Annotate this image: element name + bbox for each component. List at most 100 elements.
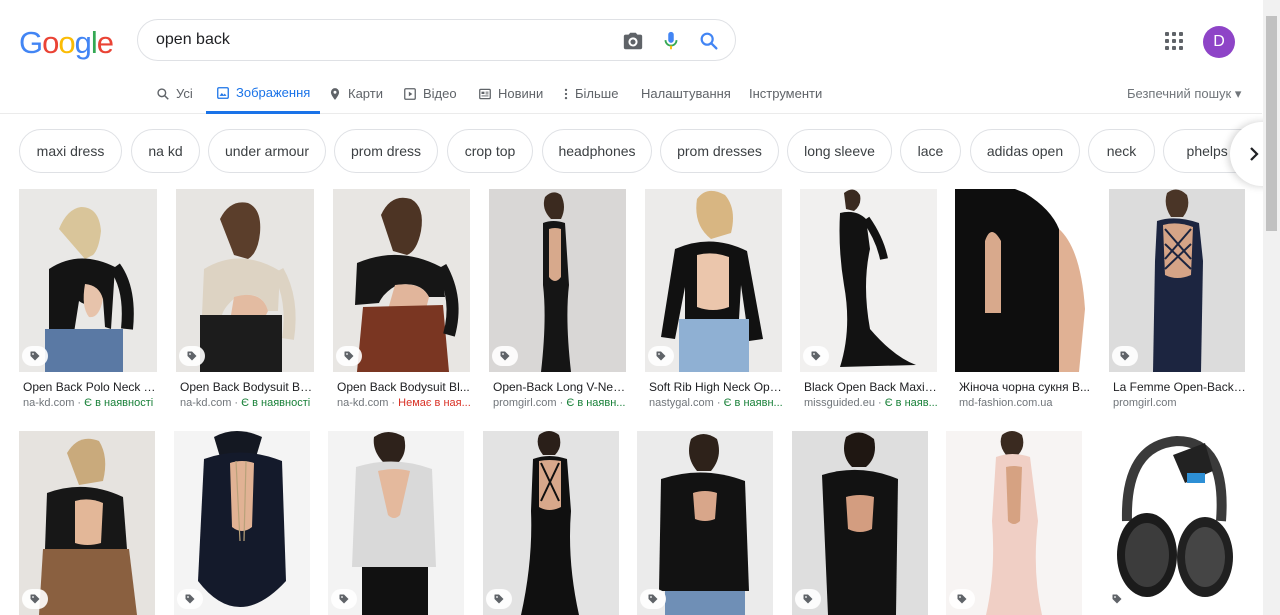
result-thumbnail[interactable] <box>645 189 782 372</box>
logo-letter: g <box>74 25 92 60</box>
tab-news[interactable]: Новини <box>478 74 543 113</box>
search-box <box>137 19 736 61</box>
result-thumbnail[interactable] <box>333 189 470 372</box>
result-title[interactable]: Open Back Bodysuit Bei... <box>180 380 314 394</box>
result-thumbnail[interactable] <box>483 431 619 615</box>
related-searches-chips: maxi dress na kd under armour prom dress… <box>19 129 1259 174</box>
logo-letter: o <box>58 25 75 60</box>
result-title[interactable]: La Femme Open-Back ... <box>1113 380 1247 394</box>
result-source: md-fashion.com.ua <box>959 397 1053 409</box>
chip[interactable]: na kd <box>131 129 200 173</box>
tab-video[interactable]: Відео <box>403 74 457 113</box>
search-icon[interactable] <box>697 29 721 53</box>
product-tag-icon <box>336 346 362 366</box>
product-tag-icon <box>949 589 975 609</box>
result-source: na-kd.com <box>180 397 232 409</box>
chip[interactable]: under armour <box>208 129 326 173</box>
product-tag-icon <box>492 346 518 366</box>
result-thumbnail[interactable] <box>955 189 1092 372</box>
tab-images[interactable]: Зображення <box>206 74 321 114</box>
tab-maps[interactable]: Карти <box>328 74 383 113</box>
safe-search-dropdown[interactable]: Безпечний пошук ▾ <box>1127 86 1241 102</box>
result-title[interactable]: Open Back Polo Neck T... <box>23 380 157 394</box>
result-meta: nastygal.com · Є в наявн... <box>649 397 783 409</box>
result-thumbnail[interactable] <box>19 431 155 615</box>
product-tag-icon <box>1112 346 1138 366</box>
logo-letter: G <box>19 25 43 60</box>
camera-icon[interactable] <box>621 29 645 53</box>
result-thumbnail[interactable] <box>328 431 464 615</box>
more-vert-icon <box>564 88 568 99</box>
pin-icon <box>330 87 340 100</box>
chip[interactable]: headphones <box>542 129 652 173</box>
tab-label: Усі <box>176 86 193 101</box>
result-thumbnail[interactable] <box>792 431 928 615</box>
chip[interactable]: neck <box>1088 129 1155 173</box>
result-thumbnail[interactable] <box>176 189 314 372</box>
chip[interactable]: long sleeve <box>787 129 892 173</box>
tab-all[interactable]: Усі <box>156 74 193 113</box>
result-source: promgirl.com <box>493 397 557 409</box>
tab-label: Більше <box>575 86 619 101</box>
result-meta: promgirl.com <box>1113 397 1251 409</box>
result-title[interactable]: Soft Rib High Neck Ope... <box>649 380 783 394</box>
tab-label: Інструменти <box>749 86 823 101</box>
logo-letter: e <box>96 25 114 60</box>
result-thumbnail[interactable] <box>1109 189 1245 372</box>
tab-tools[interactable]: Інструменти <box>749 74 822 113</box>
chip[interactable]: adidas open <box>970 129 1080 173</box>
chip[interactable]: prom dress <box>334 129 438 173</box>
result-source: promgirl.com <box>1113 397 1177 409</box>
stock-status: Немає в ная... <box>398 397 471 409</box>
result-thumbnail[interactable] <box>174 431 310 615</box>
tab-label: Новини <box>498 86 544 101</box>
result-title[interactable]: Open-Back Long V-Nec... <box>493 380 627 394</box>
result-source: nastygal.com <box>649 397 714 409</box>
product-tag-icon <box>648 346 674 366</box>
result-source: missguided.eu <box>804 397 875 409</box>
logo-letter: o <box>42 25 59 60</box>
tab-label: Відео <box>423 86 457 101</box>
product-tag-icon <box>22 589 48 609</box>
tab-settings[interactable]: Налаштування <box>641 74 731 113</box>
result-meta: na-kd.com · Є в наявності <box>180 397 311 409</box>
chip[interactable]: lace <box>900 129 961 173</box>
microphone-icon[interactable] <box>659 29 683 53</box>
page-scrollbar[interactable] <box>1263 0 1280 615</box>
result-thumbnail[interactable] <box>946 431 1082 615</box>
apps-grid-icon[interactable] <box>1162 29 1186 53</box>
result-thumbnail[interactable] <box>489 189 626 372</box>
product-tag-icon <box>1104 589 1130 609</box>
result-thumbnail[interactable] <box>19 189 157 372</box>
search-input[interactable] <box>156 31 596 49</box>
product-tag-icon <box>640 589 666 609</box>
tab-more[interactable]: Більше <box>563 74 618 113</box>
news-icon <box>479 88 491 99</box>
result-meta: missguided.eu · Є в наяв... <box>804 397 938 409</box>
chip[interactable]: crop top <box>447 129 533 173</box>
chip[interactable]: prom dresses <box>660 129 779 173</box>
result-thumbnail[interactable] <box>637 431 773 615</box>
result-meta: na-kd.com · Немає в ная... <box>337 397 471 409</box>
product-tag-icon <box>795 589 821 609</box>
product-tag-icon <box>177 589 203 609</box>
chip[interactable]: maxi dress <box>19 129 122 173</box>
tab-label: Карти <box>348 86 383 101</box>
product-tag-icon <box>331 589 357 609</box>
stock-status: Є в наявн... <box>723 397 783 409</box>
result-title[interactable]: Жіноча чорна сукня В... <box>959 380 1093 394</box>
tab-label: Налаштування <box>641 86 731 101</box>
play-icon <box>404 87 416 100</box>
google-logo[interactable]: Google <box>19 25 114 61</box>
result-title[interactable]: Black Open Back Maxi ... <box>804 380 938 394</box>
result-thumbnail[interactable] <box>800 189 937 372</box>
result-source: na-kd.com <box>337 397 389 409</box>
account-avatar[interactable]: D <box>1203 26 1235 58</box>
product-tag-icon <box>803 346 829 366</box>
stock-status: Є в наяв... <box>884 397 938 409</box>
stock-status: Є в наявн... <box>566 397 626 409</box>
result-title[interactable]: Open Back Bodysuit Bl... <box>337 380 471 394</box>
scrollbar-thumb[interactable] <box>1266 16 1277 231</box>
result-meta: promgirl.com · Є в наявн... <box>493 397 626 409</box>
result-thumbnail[interactable] <box>1101 431 1245 615</box>
